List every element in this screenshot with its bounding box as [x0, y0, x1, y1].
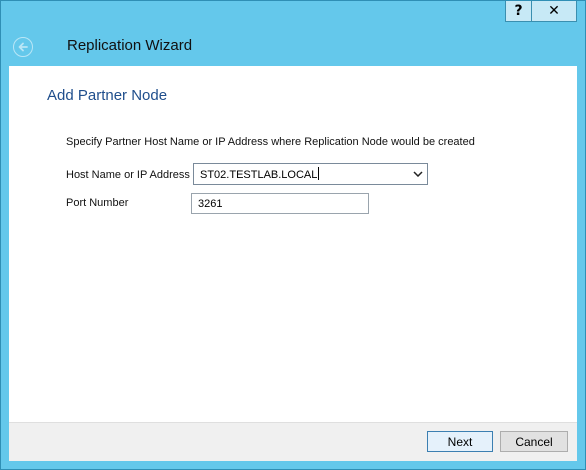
host-value[interactable]: ST02.TESTLAB.LOCAL — [200, 167, 320, 181]
help-button[interactable]: ? — [505, 1, 532, 22]
page-title: Add Partner Node — [47, 87, 168, 104]
close-button[interactable]: ✕ — [531, 1, 577, 22]
next-button-label: Next — [447, 434, 473, 449]
back-button[interactable] — [13, 37, 33, 57]
help-button-label: ? — [514, 3, 523, 19]
wizard-title: Replication Wizard — [67, 37, 193, 54]
wizard-window: ? ✕ Replication Wizard Add Partner Node … — [0, 0, 586, 470]
instruction-text: Specify Partner Host Name or IP Address … — [66, 136, 475, 148]
dropdown-button[interactable] — [412, 169, 423, 179]
port-label: Port Number — [66, 197, 129, 209]
text-caret — [318, 167, 320, 180]
chevron-down-icon — [412, 171, 423, 177]
cancel-button[interactable]: Cancel — [500, 431, 568, 452]
wizard-footer: Next Cancel — [9, 422, 577, 461]
wizard-content: Add Partner Node Specify Partner Host Na… — [9, 66, 577, 422]
host-combobox[interactable]: ST02.TESTLAB.LOCAL — [193, 163, 428, 185]
next-button[interactable]: Next — [427, 431, 493, 452]
back-arrow-icon — [18, 42, 28, 52]
host-value-text: ST02.TESTLAB.LOCAL — [200, 169, 318, 181]
cancel-button-label: Cancel — [515, 434, 553, 449]
port-field[interactable] — [191, 193, 369, 214]
host-label: Host Name or IP Address — [66, 169, 190, 181]
close-icon: ✕ — [548, 3, 560, 19]
